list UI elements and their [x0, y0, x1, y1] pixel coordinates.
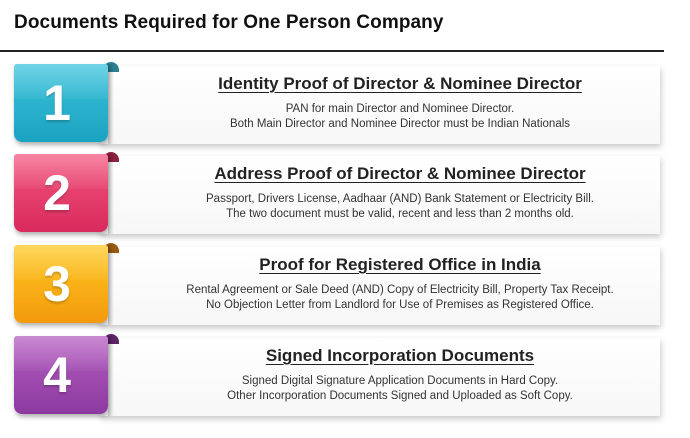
step-fold-shadow	[108, 154, 114, 234]
description-line: Signed Digital Signature Application Doc…	[241, 375, 559, 387]
step-3: 3 Proof for Registered Office in India R…	[0, 243, 690, 327]
step-description: PAN for main Director and Nominee Direct…	[120, 102, 680, 132]
step-4: 4 Signed Incorporation Documents Signed …	[0, 334, 690, 418]
page-title: Documents Required for One Person Compan…	[14, 12, 444, 33]
step-number-tab: 2	[14, 154, 108, 232]
step-fold-shadow	[108, 64, 114, 144]
title-divider	[0, 50, 664, 52]
step-description: Rental Agreement or Sale Deed (AND) Copy…	[120, 283, 680, 313]
step-description: Signed Digital Signature Application Doc…	[120, 374, 680, 404]
step-fold-shadow	[108, 245, 114, 325]
step-number-tab: 1	[14, 64, 108, 142]
step-heading: Proof for Registered Office in India	[259, 255, 541, 274]
step-number: 2	[43, 165, 71, 221]
description-line: No Objection Letter from Landlord for Us…	[206, 299, 594, 311]
description-line: Other Incorporation Documents Signed and…	[227, 390, 573, 402]
step-1: 1 Identity Proof of Director & Nominee D…	[0, 62, 690, 146]
step-2: 2 Address Proof of Director & Nominee Di…	[0, 152, 690, 236]
description-line: Passport, Drivers License, Aadhaar (AND)…	[206, 193, 594, 205]
step-heading: Address Proof of Director & Nominee Dire…	[214, 164, 586, 183]
step-description: Passport, Drivers License, Aadhaar (AND)…	[120, 192, 680, 222]
step-number-tab: 4	[14, 336, 108, 414]
step-fold-shadow	[108, 336, 114, 416]
step-heading: Signed Incorporation Documents	[265, 346, 535, 365]
step-number: 3	[43, 256, 71, 312]
step-heading: Identity Proof of Director & Nominee Dir…	[218, 74, 582, 93]
step-number: 1	[43, 75, 71, 131]
description-line: Both Main Director and Nominee Director …	[229, 118, 571, 130]
description-line: The two document must be valid, recent a…	[226, 208, 574, 220]
description-line: Rental Agreement or Sale Deed (AND) Copy…	[186, 284, 614, 296]
description-line: PAN for main Director and Nominee Direct…	[285, 103, 515, 115]
step-number: 4	[43, 347, 71, 403]
step-number-tab: 3	[14, 245, 108, 323]
